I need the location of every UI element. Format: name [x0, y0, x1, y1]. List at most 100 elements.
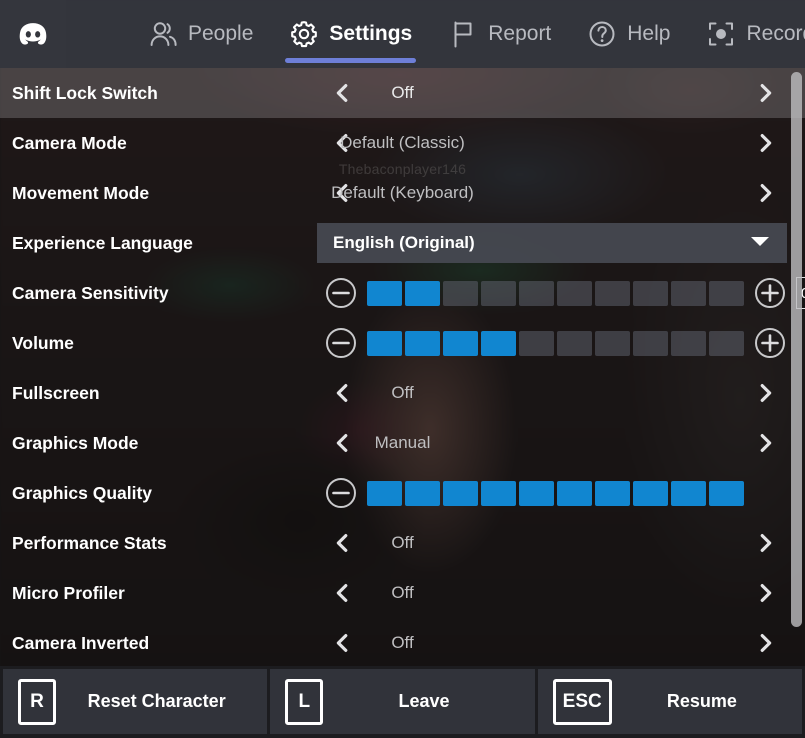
slider-control[interactable]: [325, 318, 786, 368]
setting-value: Off: [391, 83, 414, 102]
slider-segment[interactable]: [595, 330, 630, 356]
minus-circle-icon[interactable]: [325, 327, 357, 359]
chevron-right-icon[interactable]: [752, 78, 778, 108]
chevron-right-icon[interactable]: [752, 628, 778, 656]
slider-segment[interactable]: [443, 480, 478, 506]
minus-circle-icon[interactable]: [325, 277, 357, 309]
settings-row-shift-lock-switch[interactable]: Shift Lock Switch Off: [0, 68, 805, 118]
chevron-right-icon[interactable]: [752, 378, 778, 408]
plus-circle-icon[interactable]: [754, 327, 786, 359]
tab-people-label: People: [188, 22, 254, 45]
chevron-right-icon[interactable]: [752, 578, 778, 608]
slider-segment[interactable]: [519, 280, 554, 306]
bottom-button-label: Leave: [398, 691, 450, 711]
slider-segment[interactable]: [405, 330, 440, 356]
settings-row-fullscreen[interactable]: Fullscreen Off: [0, 368, 805, 418]
keybind-badge: ESC: [552, 678, 612, 725]
slider-segment[interactable]: [367, 280, 402, 306]
minus-circle-icon[interactable]: [325, 477, 357, 509]
slider-segment[interactable]: [481, 480, 516, 506]
settings-row-movement-mode[interactable]: Movement Mode Default (Keyboard): [0, 168, 805, 218]
setting-value: Manual: [374, 433, 431, 452]
dropdown-selected-value: English (Original): [333, 233, 475, 252]
setting-value: Default (Keyboard): [331, 183, 474, 202]
slider-segment[interactable]: [709, 330, 744, 356]
slider-control[interactable]: [325, 468, 744, 518]
tab-report[interactable]: Report: [430, 0, 569, 68]
chevron-right-icon[interactable]: [752, 528, 778, 558]
setting-label: Volume: [12, 332, 74, 353]
tab-help[interactable]: Help: [569, 0, 688, 68]
slider-segment[interactable]: [481, 330, 516, 356]
tab-record[interactable]: Record: [688, 0, 805, 68]
slider-segment[interactable]: [671, 480, 706, 506]
slider-segment[interactable]: [405, 280, 440, 306]
slider-segment[interactable]: [633, 480, 668, 506]
nav-tabs: People Settings Report Help Recor: [130, 0, 805, 68]
roblox-menu-logo-icon[interactable]: [0, 0, 66, 68]
slider-segment[interactable]: [671, 330, 706, 356]
slider-segment[interactable]: [367, 480, 402, 506]
slider-segment[interactable]: [595, 480, 630, 506]
slider-segments[interactable]: [367, 330, 744, 356]
slider-segment[interactable]: [595, 280, 630, 306]
setting-label: Camera Sensitivity: [12, 282, 169, 303]
people-icon: [148, 19, 178, 49]
tab-record-label: Record: [746, 22, 805, 45]
slider-segment[interactable]: [557, 480, 592, 506]
slider-segment[interactable]: [481, 280, 516, 306]
gear-icon: [289, 19, 319, 49]
slider-segment[interactable]: [519, 480, 554, 506]
slider-segment[interactable]: [557, 330, 592, 356]
keybind-badge: R: [18, 678, 56, 725]
bottom-button-leave[interactable]: L Leave: [270, 669, 535, 734]
settings-row-performance-stats[interactable]: Performance Stats Off: [0, 518, 805, 568]
slider-segment[interactable]: [519, 330, 554, 356]
tab-settings[interactable]: Settings: [271, 0, 430, 68]
flag-icon: [448, 19, 478, 49]
plus-circle-icon[interactable]: [754, 277, 786, 309]
slider-segment[interactable]: [443, 280, 478, 306]
slider-segment[interactable]: [405, 480, 440, 506]
bottom-button-label: Reset Character: [87, 691, 226, 711]
setting-value: Off: [391, 383, 414, 402]
settings-row-graphics-quality[interactable]: Graphics Quality: [0, 468, 805, 518]
tab-report-label: Report: [488, 22, 552, 45]
bottom-button-resume[interactable]: ESC Resume: [537, 669, 802, 734]
slider-segments[interactable]: [367, 480, 744, 506]
settings-row-camera-inverted[interactable]: Camera Inverted Off: [0, 618, 805, 656]
settings-row-graphics-mode[interactable]: Graphics Mode Manual: [0, 418, 805, 468]
chevron-right-icon[interactable]: [752, 128, 778, 158]
settings-row-experience-language[interactable]: Experience Language English (Original): [0, 218, 805, 268]
bottom-button-label: Resume: [666, 691, 737, 711]
slider-segment[interactable]: [443, 330, 478, 356]
setting-label: Experience Language: [12, 232, 193, 253]
slider-segment[interactable]: [671, 280, 706, 306]
keybind-badge: L: [285, 678, 324, 725]
settings-row-camera-sensitivity[interactable]: Camera Sensitivity 0.51999: [0, 268, 805, 318]
setting-value: Off: [391, 583, 414, 602]
tab-settings-label: Settings: [329, 22, 413, 45]
bottom-button-reset-character[interactable]: R Reset Character: [3, 669, 268, 734]
settings-list[interactable]: Shift Lock Switch Off Camera Mode Default (…: [0, 68, 805, 656]
setting-value: Off: [391, 533, 414, 552]
tab-people[interactable]: People: [130, 0, 271, 68]
chevron-right-icon[interactable]: [752, 178, 778, 208]
slider-segment[interactable]: [709, 280, 744, 306]
settings-row-volume[interactable]: Volume: [0, 318, 805, 368]
settings-scrollbar[interactable]: [791, 72, 802, 649]
scrollbar-thumb[interactable]: [791, 72, 802, 627]
slider-segment[interactable]: [633, 330, 668, 356]
slider-control[interactable]: 0.51999: [325, 268, 805, 318]
slider-segment[interactable]: [557, 280, 592, 306]
slider-segments[interactable]: [367, 280, 744, 306]
language-dropdown[interactable]: English (Original): [317, 223, 787, 263]
settings-row-camera-mode[interactable]: Camera Mode Default (Classic): [0, 118, 805, 168]
settings-row-micro-profiler[interactable]: Micro Profiler Off: [0, 568, 805, 618]
setting-value: Default (Classic): [340, 133, 465, 152]
chevron-right-icon[interactable]: [752, 428, 778, 458]
slider-segment[interactable]: [709, 480, 744, 506]
slider-segment[interactable]: [367, 330, 402, 356]
question-icon: [587, 19, 617, 49]
slider-segment[interactable]: [633, 280, 668, 306]
